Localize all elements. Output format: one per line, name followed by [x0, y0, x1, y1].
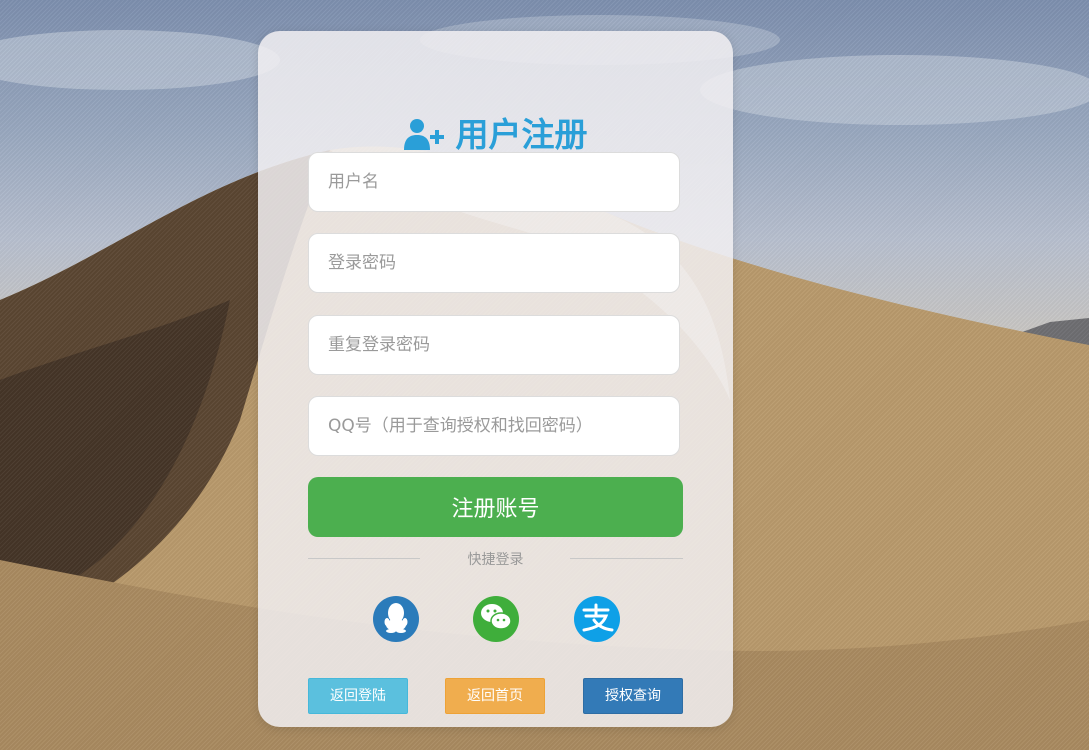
back-home-button[interactable]: 返回首页	[445, 678, 545, 714]
back-login-button[interactable]: 返回登陆	[308, 678, 408, 714]
alipay-icon	[580, 602, 614, 636]
register-card: 用户注册 注册账号 快捷登录	[258, 31, 733, 727]
username-input[interactable]	[308, 152, 680, 212]
qq-icon	[382, 601, 410, 637]
wechat-icon	[480, 603, 512, 635]
quick-login-label: 快捷登录	[467, 552, 524, 568]
page-title: 用户注册	[258, 115, 733, 155]
auth-query-button[interactable]: 授权查询	[583, 678, 683, 714]
repeat-password-input[interactable]	[308, 315, 680, 375]
register-button[interactable]: 注册账号	[308, 477, 683, 537]
qq-number-input[interactable]	[308, 396, 680, 456]
title-text: 用户注册	[455, 115, 588, 154]
qq-login-button[interactable]	[373, 596, 419, 642]
password-input[interactable]	[308, 233, 680, 293]
add-user-icon	[403, 118, 444, 152]
wechat-login-button[interactable]	[473, 596, 519, 642]
alipay-login-button[interactable]	[574, 596, 620, 642]
